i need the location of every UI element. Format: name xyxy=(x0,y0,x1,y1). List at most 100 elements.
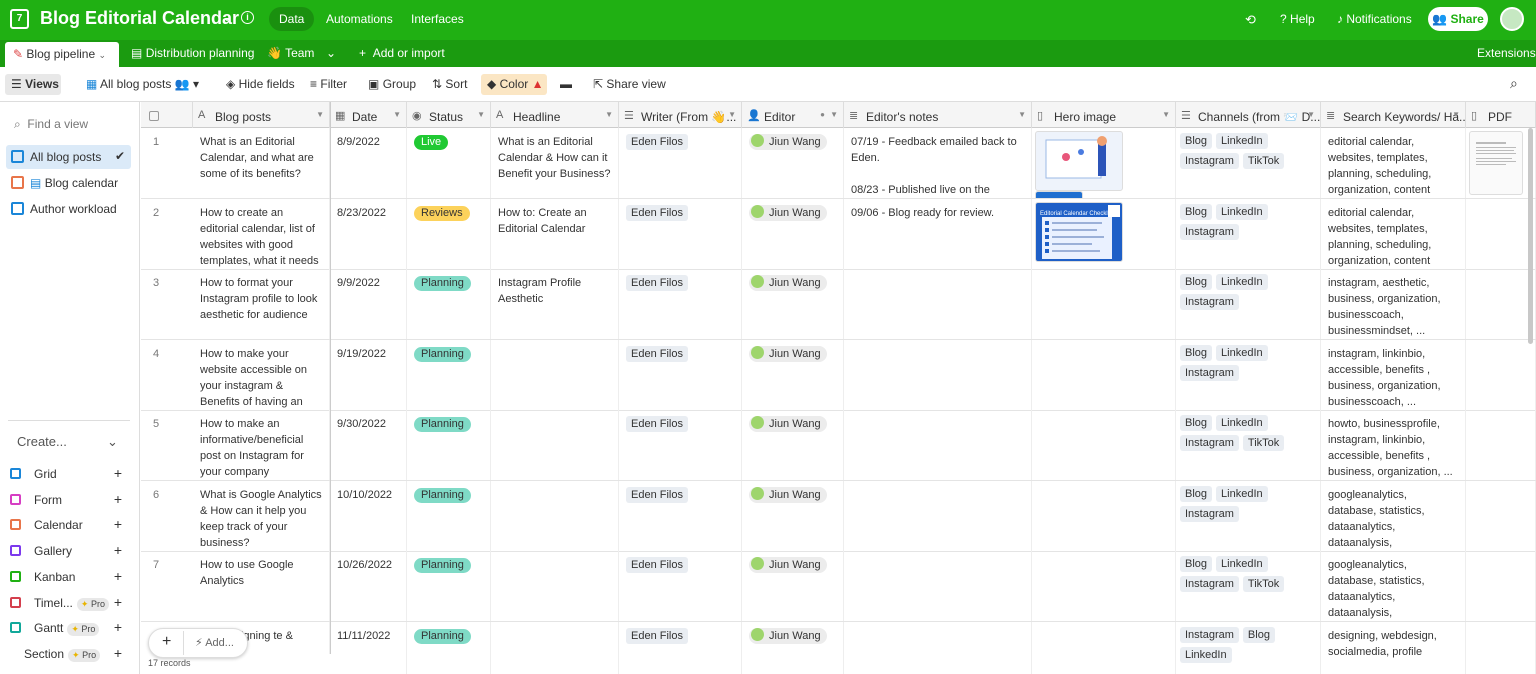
cell-hero-image[interactable] xyxy=(1032,410,1176,480)
cell-writer[interactable]: Eden Filos xyxy=(619,621,742,674)
info-icon[interactable]: i xyxy=(241,11,254,24)
table-row[interactable]: 5 How to make an informative/beneficial p… xyxy=(141,410,1536,481)
select-all-checkbox[interactable] xyxy=(141,102,193,128)
filter-button[interactable]: ≡ Filter xyxy=(310,77,347,91)
sort-button[interactable]: ⇅ Sort xyxy=(432,77,467,91)
cell-search-keywords[interactable]: googleanalytics, database, statistics, d… xyxy=(1321,551,1466,621)
cell-blog-post[interactable]: How to make an informative/beneficial po… xyxy=(193,410,330,480)
row-number-cell[interactable]: 5 xyxy=(141,410,193,480)
notifications-button[interactable]: ♪ Notifications xyxy=(1337,12,1412,26)
tab-team[interactable]: 👋 Team xyxy=(267,46,314,60)
sidebar-view-blog-calendar[interactable]: ▤ Blog calendar xyxy=(6,171,131,195)
table-row[interactable]: 1 What is an Editorial Calendar, and what… xyxy=(141,128,1536,199)
cell-hero-image[interactable]: Editorial Calendar Checklist xyxy=(1032,198,1176,269)
cell-search-keywords[interactable]: instagram, aesthetic, business, organiza… xyxy=(1321,269,1466,339)
cell-date[interactable]: 9/30/2022 xyxy=(330,410,407,480)
row-number-cell[interactable]: 6 xyxy=(141,481,193,551)
cell-headline[interactable]: Instagram Profile Aesthetic xyxy=(491,269,619,339)
base-title[interactable]: Blog Editorial Calendar xyxy=(40,8,239,29)
cell-editor[interactable]: Jiun Wang xyxy=(742,410,844,480)
tab-distribution-planning[interactable]: ▤ Distribution planning xyxy=(131,46,254,60)
cell-writer[interactable]: Eden Filos xyxy=(619,339,742,410)
cell-headline[interactable] xyxy=(491,551,619,621)
cell-status[interactable]: Planning xyxy=(407,269,491,339)
hero-image-thumbnail[interactable] xyxy=(1035,131,1123,191)
cell-pdf[interactable] xyxy=(1466,339,1536,410)
cell-hero-image[interactable] xyxy=(1032,480,1176,551)
cell-status[interactable]: Planning xyxy=(407,480,491,551)
cell-writer[interactable]: Eden Filos xyxy=(619,198,742,269)
share-button[interactable]: 👥 Share xyxy=(1428,7,1488,31)
more-tabs-chevron-icon[interactable]: ⌄ xyxy=(326,46,336,60)
row-number-cell[interactable]: 4 xyxy=(141,340,193,410)
cell-blog-post[interactable]: What is an Editorial Calendar, and what … xyxy=(193,128,330,198)
cell-writer[interactable]: Eden Filos xyxy=(619,128,742,198)
sidebar-view-author-workload[interactable]: Author workload xyxy=(6,197,131,221)
cell-search-keywords[interactable]: instagram, linkinbio, accessible, benefi… xyxy=(1321,339,1466,410)
base-calendar-icon[interactable]: 7 xyxy=(10,9,29,29)
cell-blog-post[interactable]: How to make your website accessible on y… xyxy=(193,339,330,410)
column-header-channels[interactable]: ☰ Channels (from 📨 D... ▼ xyxy=(1176,102,1321,128)
cell-editors-notes[interactable] xyxy=(844,551,1032,621)
hero-image-thumbnail[interactable]: Editorial Calendar Checklist xyxy=(1035,201,1123,262)
cell-date[interactable]: 8/23/2022 xyxy=(330,198,407,269)
column-header-date[interactable]: ▦ Date ▼ xyxy=(330,102,407,128)
cell-editor[interactable]: Jiun Wang xyxy=(742,621,844,674)
cell-blog-post[interactable]: How to use Google Analytics xyxy=(193,551,330,621)
chevron-down-icon[interactable]: ⌄ xyxy=(222,10,232,24)
cell-status[interactable]: Planning xyxy=(407,339,491,410)
extensions-button[interactable]: Extensions xyxy=(1477,46,1536,60)
table-row[interactable]: 7 How to use Google Analytics 10/26/2022 Pl… xyxy=(141,551,1536,622)
cell-channels[interactable]: Blog LinkedIn Instagram xyxy=(1176,198,1321,269)
cell-date[interactable]: 9/19/2022 xyxy=(330,339,407,410)
create-grid[interactable]: Grid + xyxy=(10,464,130,486)
cell-editors-notes[interactable] xyxy=(844,621,1032,674)
hero-image-thumbnail[interactable]: Editorial Calendar xyxy=(1035,191,1083,198)
table-row[interactable]: 4 How to make your website accessible on … xyxy=(141,339,1536,411)
cell-editor[interactable]: Jiun Wang xyxy=(742,339,844,410)
cell-writer[interactable]: Eden Filos xyxy=(619,269,742,339)
table-row[interactable]: 2 How to create an editorial calendar, li… xyxy=(141,198,1536,270)
cell-date[interactable]: 11/11/2022 xyxy=(330,621,407,674)
cell-hero-image[interactable] xyxy=(1032,621,1176,674)
cell-status[interactable]: Planning xyxy=(407,621,491,674)
tab-blog-pipeline[interactable]: ✎ Blog pipeline ⌄ xyxy=(5,42,119,67)
cell-pdf[interactable] xyxy=(1466,128,1536,198)
cell-editors-notes[interactable]: 09/06 - Blog ready for review. xyxy=(844,198,1032,269)
cell-search-keywords[interactable]: editorial calendar, websites, templates,… xyxy=(1321,128,1466,198)
group-button[interactable]: ▣ Group xyxy=(368,77,416,91)
cell-channels[interactable]: Blog LinkedIn Instagram TikTok xyxy=(1176,410,1321,480)
column-header-editor[interactable]: 👤 Editor ● ▼ xyxy=(742,102,844,128)
cell-pdf[interactable] xyxy=(1466,480,1536,551)
create-timeline[interactable]: Timel... ✦ Pro + xyxy=(10,593,130,615)
history-icon[interactable]: ⟲ xyxy=(1245,12,1256,28)
cell-editors-notes[interactable] xyxy=(844,480,1032,551)
cell-date[interactable]: 8/9/2022 xyxy=(330,128,407,198)
table-row[interactable]: 3 How to format your Instagram profile to… xyxy=(141,269,1536,340)
cell-blog-post[interactable]: How to create an editorial calendar, lis… xyxy=(193,198,330,269)
cell-channels[interactable]: Blog LinkedIn Instagram xyxy=(1176,269,1321,339)
cell-editors-notes[interactable] xyxy=(844,269,1032,339)
row-height-icon[interactable]: ▬ xyxy=(560,77,572,91)
cell-hero-image[interactable] xyxy=(1032,551,1176,621)
column-header-headline[interactable]: A Headline ▼ xyxy=(491,102,619,128)
hide-fields-button[interactable]: ◈ Hide fields xyxy=(226,77,295,91)
sidebar-view-all-blog-posts[interactable]: All blog posts ✔ xyxy=(6,145,131,169)
cell-editor[interactable]: Jiun Wang xyxy=(742,480,844,551)
cell-headline[interactable] xyxy=(491,339,619,410)
cell-status[interactable]: Planning xyxy=(407,410,491,480)
create-form[interactable]: Form + xyxy=(10,490,130,512)
cell-search-keywords[interactable]: googleanalytics, database, statistics, d… xyxy=(1321,480,1466,551)
cell-channels[interactable]: Blog LinkedIn Instagram TikTok xyxy=(1176,551,1321,621)
create-kanban[interactable]: Kanban + xyxy=(10,567,130,589)
cell-headline[interactable]: What is an Editorial Calendar & How can … xyxy=(491,128,619,198)
add-or-import-button[interactable]: + Add or import xyxy=(359,46,445,60)
cell-date[interactable]: 9/9/2022 xyxy=(330,269,407,339)
add-with-ai-button[interactable]: ⚡ Add... xyxy=(195,636,234,649)
share-view-button[interactable]: ⇱ Share view xyxy=(593,77,666,91)
cell-search-keywords[interactable]: howto, businessprofile, instagram, linki… xyxy=(1321,410,1466,480)
cell-editors-notes[interactable]: 07/19 - Feedback emailed back to Eden. 08… xyxy=(844,128,1032,198)
cell-search-keywords[interactable]: editorial calendar, websites, templates,… xyxy=(1321,198,1466,269)
cell-writer[interactable]: Eden Filos xyxy=(619,551,742,621)
pdf-thumbnail[interactable] xyxy=(1469,131,1523,195)
